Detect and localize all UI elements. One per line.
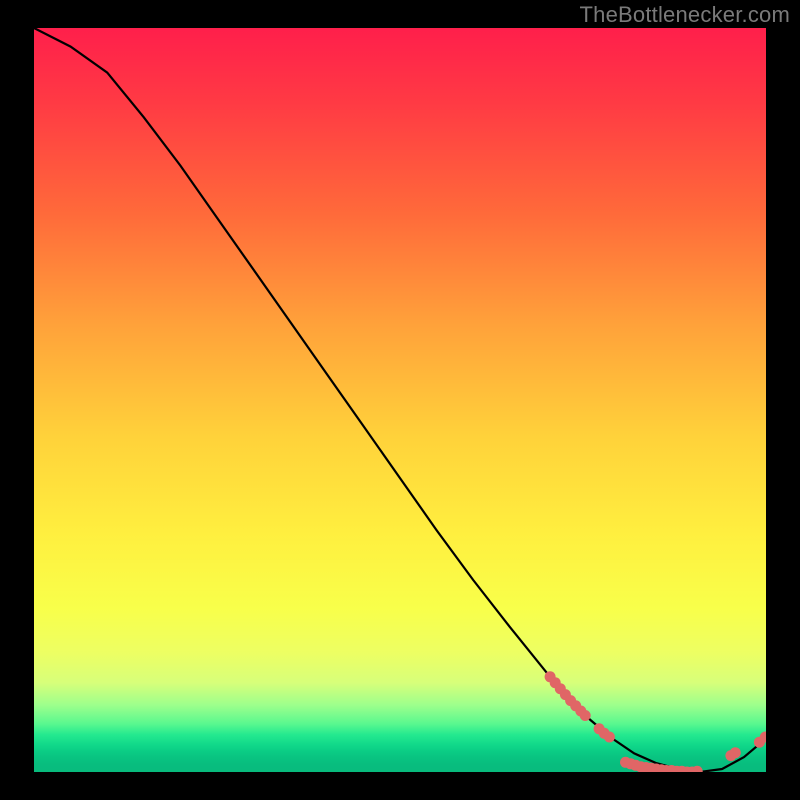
curve-marker xyxy=(730,747,741,758)
bottleneck-curve-svg xyxy=(34,28,766,772)
curve-marker xyxy=(580,710,591,721)
chart-frame: TheBottlenecker.com xyxy=(0,0,800,800)
source-watermark: TheBottlenecker.com xyxy=(580,2,790,28)
curve-marker xyxy=(604,732,615,743)
curve-markers xyxy=(545,671,766,772)
bottleneck-curve-line xyxy=(34,28,766,772)
plot-area xyxy=(34,28,766,772)
